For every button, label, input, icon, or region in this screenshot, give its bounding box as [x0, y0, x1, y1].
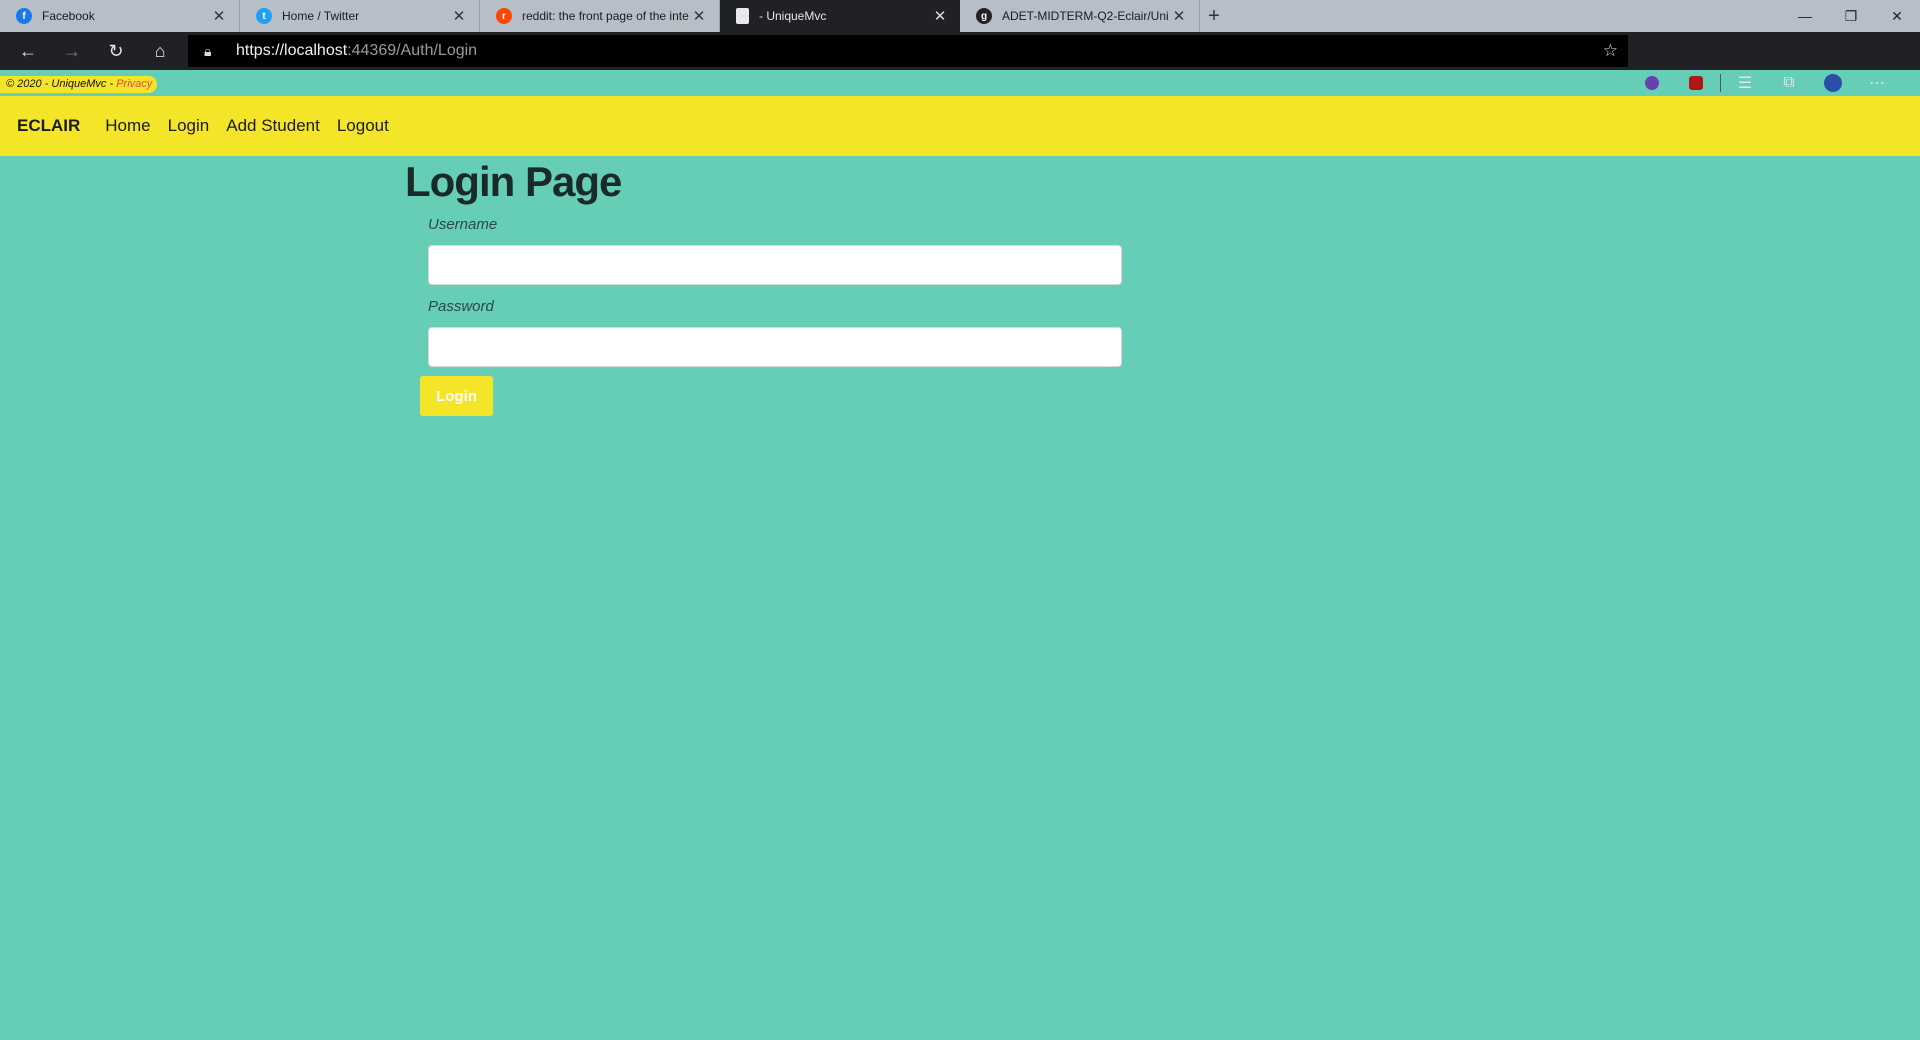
window-controls: — ❐ ✕: [1782, 0, 1920, 32]
close-icon[interactable]: ✕: [689, 7, 709, 25]
url-path: :44369/Auth/Login: [347, 42, 478, 59]
tab-strip: f Facebook ✕ t Home / Twitter ✕ r reddit…: [0, 0, 1920, 32]
site-navbar: ECLAIR Home Login Add Student Logout: [0, 96, 1920, 156]
facebook-icon: f: [16, 8, 32, 24]
tab-uniquemvc[interactable]: - UniqueMvc ✕: [720, 0, 960, 32]
url-field[interactable]: 🔒︎ https://localhost:44369/Auth/Login ☆: [188, 35, 1628, 67]
lock-icon: 🔒︎: [204, 42, 212, 59]
close-icon[interactable]: ✕: [449, 7, 469, 25]
nav-link-login[interactable]: Login: [168, 116, 210, 136]
close-icon[interactable]: ✕: [1169, 7, 1189, 25]
tab-facebook[interactable]: f Facebook ✕: [0, 0, 240, 32]
twitter-icon: t: [256, 8, 272, 24]
restore-icon[interactable]: ❐: [1828, 0, 1874, 32]
back-icon[interactable]: ←: [6, 32, 50, 70]
tab-title: - UniqueMvc: [759, 9, 827, 23]
username-field[interactable]: [428, 245, 1122, 285]
forward-icon[interactable]: →: [50, 32, 94, 70]
nav-link-home[interactable]: Home: [105, 116, 150, 136]
tab-github[interactable]: g ADET-MIDTERM-Q2-Eclair/Uniq ✕: [960, 0, 1200, 32]
url-host: https://localhost: [236, 42, 348, 59]
tab-title: reddit: the front page of the inte: [522, 9, 689, 23]
privacy-link[interactable]: Privacy: [116, 78, 152, 90]
tab-twitter[interactable]: t Home / Twitter ✕: [240, 0, 480, 32]
tab-title: Home / Twitter: [282, 9, 360, 23]
refresh-icon[interactable]: ↻: [94, 32, 138, 70]
home-icon[interactable]: ⌂: [138, 32, 182, 70]
tab-title: Facebook: [42, 9, 95, 23]
address-bar-row: ← → ↻ ⌂ 🔒︎ https://localhost:44369/Auth/…: [0, 32, 1920, 92]
navbar-brand[interactable]: ECLAIR: [17, 116, 80, 136]
password-label: Password: [428, 298, 494, 315]
new-tab-button[interactable]: +: [1200, 0, 1228, 32]
footer: © 2020 - UniqueMvc - Privacy: [0, 76, 158, 93]
close-icon[interactable]: ✕: [209, 7, 229, 25]
tab-reddit[interactable]: r reddit: the front page of the inte ✕: [480, 0, 720, 32]
login-button[interactable]: Login: [420, 376, 493, 416]
tab-title: ADET-MIDTERM-Q2-Eclair/Uniq: [1002, 9, 1169, 23]
nav-link-logout[interactable]: Logout: [337, 116, 389, 136]
reddit-icon: r: [496, 8, 512, 24]
footer-copyright: © 2020 - UniqueMvc -: [6, 78, 117, 90]
close-window-icon[interactable]: ✕: [1874, 0, 1920, 32]
toolbar-divider: [1720, 74, 1721, 92]
nav-link-add-student[interactable]: Add Student: [226, 116, 320, 136]
minimize-icon[interactable]: —: [1782, 0, 1828, 32]
page-icon: [736, 8, 749, 24]
username-label: Username: [428, 216, 498, 233]
close-icon[interactable]: ✕: [930, 7, 950, 25]
page-title: Login Page: [405, 158, 622, 205]
favorite-star-icon[interactable]: ☆: [1603, 41, 1618, 61]
password-field[interactable]: [428, 327, 1122, 367]
github-icon: g: [976, 8, 992, 24]
